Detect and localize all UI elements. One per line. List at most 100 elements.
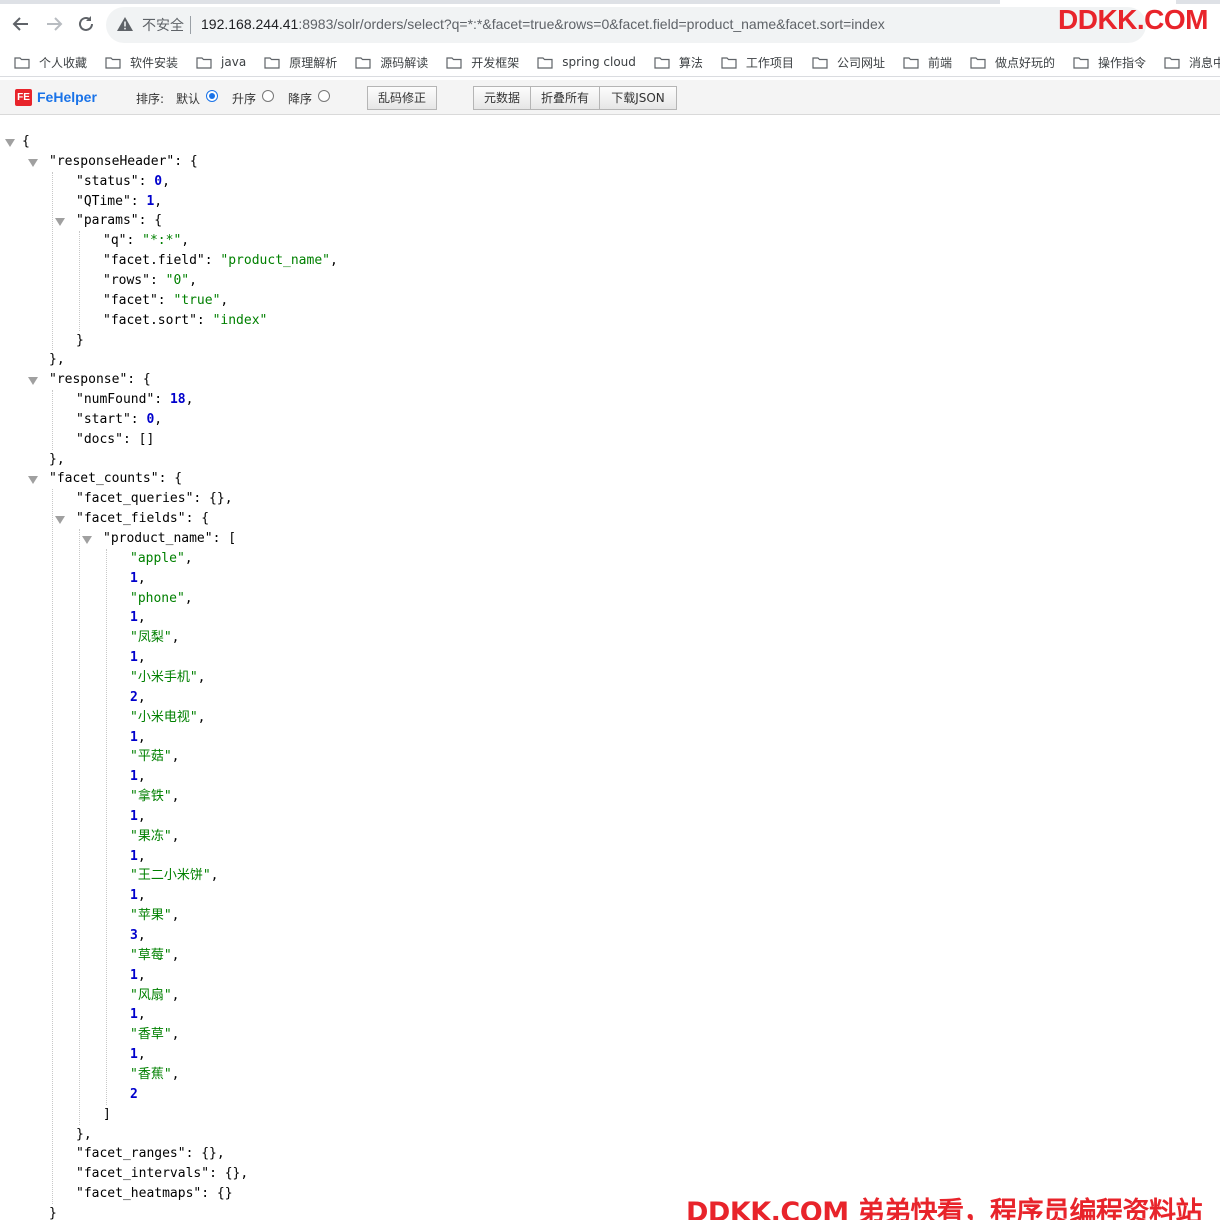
bookmark-label: spring cloud [562, 55, 636, 69]
bookmark-item[interactable]: 公司网址 [812, 54, 885, 71]
bookmark-label: 原理解析 [289, 55, 338, 70]
json-line: "QTime": 1, [76, 192, 162, 212]
collapse-all-button[interactable]: 折叠所有 [530, 86, 600, 110]
url-text[interactable]: 192.168.244.41:8983/solr/orders/select?q… [201, 16, 885, 32]
json-line: "facet_heatmaps": {} [76, 1184, 233, 1204]
download-json-button[interactable]: 下载JSON [599, 86, 677, 110]
sort-label: 排序: [136, 92, 165, 106]
folder-icon [196, 56, 212, 69]
json-line: "风扇", [130, 986, 179, 1006]
watermark-top: DDKK.COM [1058, 4, 1209, 35]
json-number: 1 [130, 1007, 138, 1023]
json-line: 1, [130, 569, 146, 589]
json-string: "product_name" [220, 253, 330, 269]
json-string: "*:*" [142, 233, 182, 249]
json-string: "0" [165, 272, 190, 288]
json-line: "香草", [130, 1025, 179, 1045]
sort-desc-label[interactable]: 降序 [288, 90, 312, 107]
json-punct: : {}, [185, 1146, 225, 1162]
bookmark-item[interactable]: 源码解读 [355, 54, 428, 71]
json-line: "docs": [] [76, 430, 154, 450]
json-number: 1 [130, 769, 138, 785]
json-key: "facet_counts" [49, 471, 159, 487]
json-punct: , [137, 888, 146, 904]
folder-icon [654, 56, 670, 69]
bookmark-item[interactable]: 软件安装 [105, 54, 178, 71]
sort-desc-radio[interactable] [318, 90, 330, 102]
bookmark-label: 公司网址 [836, 55, 885, 70]
warning-icon[interactable] [116, 16, 134, 32]
json-line: "facet_fields": { [76, 509, 209, 529]
bookmark-item[interactable]: 前端 [903, 54, 952, 71]
sort-asc-radio[interactable] [262, 90, 274, 102]
bookmark-item[interactable]: 工作项目 [721, 54, 794, 71]
json-punct: , [171, 789, 180, 805]
json-punct: , [197, 709, 206, 725]
json-string: "香蕉" [130, 1066, 172, 1082]
json-line: "香蕉", [130, 1065, 179, 1085]
json-line: 1, [130, 1005, 146, 1025]
json-line: "小米电视", [130, 708, 205, 728]
json-punct: : [154, 392, 170, 408]
bookmark-item[interactable]: 个人收藏 [14, 54, 87, 71]
json-string: "果冻" [130, 828, 172, 844]
json-line: 2 [130, 1085, 138, 1105]
indent-guide [106, 548, 107, 1105]
json-line: "拿铁", [130, 787, 179, 807]
security-label[interactable]: 不安全 [142, 15, 184, 35]
back-icon[interactable] [10, 13, 32, 35]
folder-icon [537, 56, 553, 69]
collapse-toggle-icon[interactable] [55, 516, 65, 525]
json-number: 1 [130, 650, 138, 666]
reload-icon[interactable] [75, 13, 97, 35]
collapse-toggle-icon[interactable] [28, 476, 38, 485]
sort-default-label[interactable]: 默认 [176, 90, 200, 107]
json-punct: , [171, 908, 180, 924]
json-line: } [49, 1204, 57, 1220]
bookmark-item[interactable]: spring cloud [537, 55, 636, 69]
watermark-bottom: DDKK.COM 弟弟快看，程序员编程资料站 [686, 1197, 1202, 1220]
folder-icon [812, 56, 828, 69]
collapse-toggle-icon[interactable] [82, 536, 92, 544]
collapse-toggle-icon[interactable] [28, 377, 38, 386]
json-line: 1, [130, 886, 146, 906]
json-punct: : { [185, 511, 210, 527]
json-line: "product_name": [ [103, 529, 236, 549]
bookmark-label: 做点好玩的 [994, 55, 1055, 70]
fix-encoding-button[interactable]: 乱码修正 [367, 86, 437, 110]
indent-guide [79, 231, 80, 331]
forward-icon[interactable] [43, 13, 65, 35]
json-punct: , [137, 650, 146, 666]
json-line: "果冻", [130, 827, 179, 847]
json-punct: : {}, [209, 1166, 249, 1182]
json-punct: } [76, 332, 84, 348]
json-line: "facet_intervals": {}, [76, 1164, 248, 1184]
bookmark-item[interactable]: 开发框架 [446, 54, 519, 71]
bookmark-item[interactable]: 操作指令 [1073, 54, 1146, 71]
json-punct: , [184, 590, 193, 606]
bookmark-item[interactable]: 原理解析 [264, 54, 337, 71]
json-punct: }, [76, 1126, 92, 1142]
bookmark-item[interactable]: 算法 [654, 54, 703, 71]
json-punct: ] [103, 1106, 111, 1122]
json-line: "phone", [130, 589, 193, 609]
collapse-toggle-icon[interactable] [28, 158, 38, 167]
json-punct: : [] [122, 431, 155, 447]
json-key: "q" [103, 233, 127, 249]
sort-asc-label[interactable]: 升序 [232, 90, 256, 107]
collapse-toggle-icon[interactable] [5, 139, 15, 147]
bookmark-item[interactable]: java [196, 55, 246, 69]
sort-default-radio[interactable] [206, 90, 218, 102]
metadata-button[interactable]: 元数据 [473, 86, 531, 110]
bookmark-item[interactable]: 做点好玩的 [970, 54, 1055, 71]
bookmark-item[interactable]: 消息中间件 [1164, 54, 1220, 71]
fehelper-brand[interactable]: FeHelper [37, 89, 97, 105]
json-line: 1, [130, 1045, 146, 1065]
collapse-toggle-icon[interactable] [55, 218, 65, 227]
json-punct: : [ [212, 531, 237, 546]
json-number: 1 [130, 570, 138, 586]
json-line: { [22, 132, 30, 152]
json-line: }, [49, 350, 65, 370]
json-punct: , [210, 868, 219, 884]
json-punct: , [181, 233, 190, 249]
